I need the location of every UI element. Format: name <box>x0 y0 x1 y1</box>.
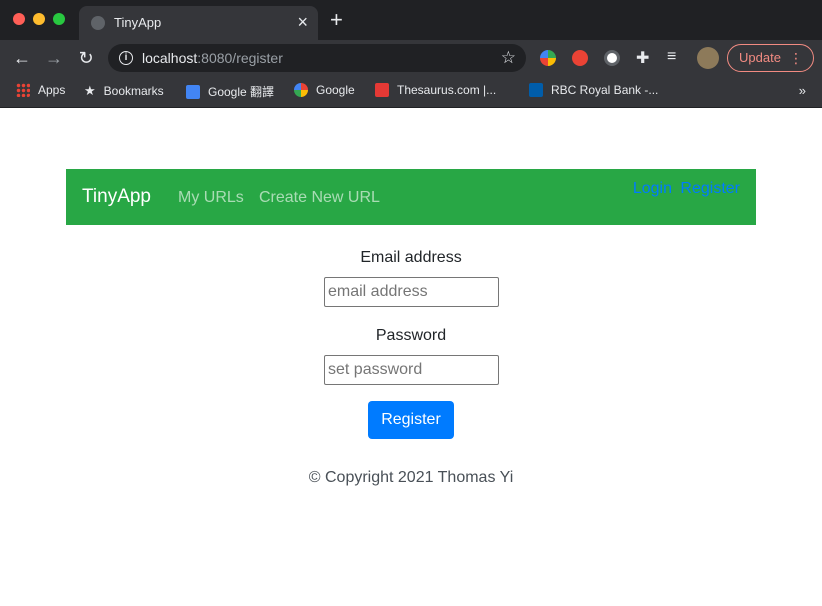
register-button[interactable]: Register <box>368 401 454 439</box>
url-host: localhost <box>142 50 198 66</box>
bookmark-google-translate[interactable]: Google 翻譯 <box>186 83 274 100</box>
thesaurus-icon <box>375 83 389 97</box>
browser-toolbar: ← → ↻ i localhost:8080/register ☆ ✚ ≡ Up… <box>0 40 822 76</box>
update-label: Update <box>739 50 781 65</box>
bookmark-bookmarks[interactable]: ★ Bookmarks <box>84 83 164 99</box>
bookmark-label: Bookmarks <box>103 84 164 98</box>
more-bookmarks-icon[interactable]: » <box>799 83 806 98</box>
google-icon <box>294 83 308 97</box>
register-link[interactable]: Register <box>680 180 740 197</box>
tab-close-icon[interactable]: × <box>297 12 308 32</box>
footer-copyright: © Copyright 2021 Thomas Yi <box>308 469 514 486</box>
globe-icon <box>91 16 105 30</box>
info-icon[interactable]: i <box>119 51 133 65</box>
password-input[interactable] <box>324 355 499 385</box>
tab-title: TinyApp <box>114 15 162 30</box>
extension-chrome-icon[interactable] <box>540 50 556 66</box>
bookmark-rbc[interactable]: RBC Royal Bank -... <box>529 83 658 97</box>
site-navbar: TinyApp My URLs Create New URL Login Reg… <box>66 169 756 225</box>
extension-record-icon[interactable] <box>604 50 620 66</box>
bookmark-google[interactable]: Google <box>294 83 355 97</box>
menu-dots-icon[interactable]: ⋮ <box>789 45 803 71</box>
password-label: Password <box>375 327 447 344</box>
email-input[interactable] <box>324 277 499 307</box>
profile-avatar[interactable] <box>697 47 719 69</box>
bookmark-label: Apps <box>38 83 66 97</box>
nav-my-urls[interactable]: My URLs <box>178 189 244 207</box>
rbc-icon <box>529 83 543 97</box>
apps-icon <box>16 83 30 97</box>
browser-tab[interactable]: TinyApp × <box>79 6 318 40</box>
bookmark-label: Google 翻譯 <box>208 85 275 99</box>
brand-link[interactable]: TinyApp <box>82 186 151 208</box>
url-text[interactable]: localhost:8080/register <box>142 50 283 66</box>
new-tab-icon[interactable]: + <box>330 9 343 31</box>
reload-icon[interactable]: ↻ <box>74 46 98 70</box>
star-icon: ★ <box>84 83 96 98</box>
bookmark-label: Thesaurus.com |... <box>397 83 497 97</box>
forward-arrow-icon[interactable]: → <box>42 46 66 70</box>
nav-create-new-url[interactable]: Create New URL <box>259 189 380 207</box>
close-window-icon[interactable] <box>13 13 25 25</box>
login-link[interactable]: Login <box>633 180 672 197</box>
browser-tabbar: TinyApp × + <box>0 0 822 40</box>
bookmarks-bar: Apps ★ Bookmarks Google 翻譯 Google Thesau… <box>0 76 822 108</box>
bookmark-thesaurus[interactable]: Thesaurus.com |... <box>375 83 496 97</box>
maximize-window-icon[interactable] <box>53 13 65 25</box>
address-bar[interactable]: i localhost:8080/register ☆ <box>108 44 526 72</box>
media-queue-icon[interactable]: ≡ <box>667 48 676 66</box>
auth-links: Login Register <box>633 180 740 198</box>
email-label: Email address <box>360 249 462 266</box>
bookmark-label: RBC Royal Bank -... <box>551 83 659 97</box>
back-arrow-icon[interactable]: ← <box>10 46 34 70</box>
bookmark-star-icon[interactable]: ☆ <box>501 48 516 68</box>
minimize-window-icon[interactable] <box>33 13 45 25</box>
update-button[interactable]: Update ⋮ <box>727 44 814 72</box>
bookmark-apps[interactable]: Apps <box>16 83 65 97</box>
extensions-puzzle-icon[interactable]: ✚ <box>636 48 649 68</box>
google-translate-icon <box>186 84 200 99</box>
bookmark-label: Google <box>316 83 355 97</box>
url-path: :8080/register <box>197 50 283 66</box>
extension-hand-icon[interactable] <box>572 50 588 66</box>
